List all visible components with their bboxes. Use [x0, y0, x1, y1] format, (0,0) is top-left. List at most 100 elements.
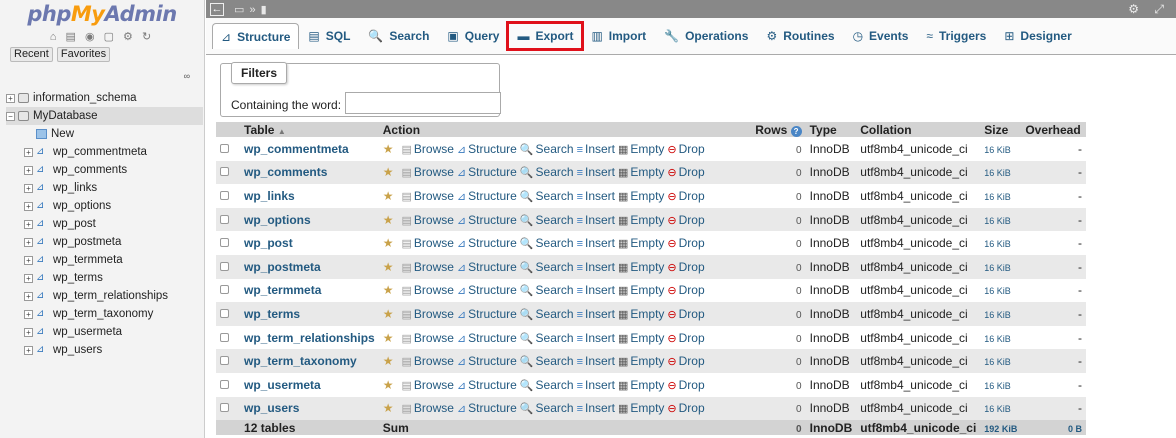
- tree-label[interactable]: wp_post: [53, 218, 96, 230]
- action-empty-link[interactable]: ▦ Empty: [618, 142, 664, 156]
- recent-button[interactable]: Recent: [10, 47, 53, 62]
- breadcrumb[interactable]: ▭ » ▮: [234, 3, 268, 16]
- expand-toggle-icon[interactable]: +: [24, 165, 33, 175]
- table-name-link[interactable]: wp_commentmeta: [244, 142, 349, 156]
- tree-table-wp_terms[interactable]: + ⊿ wp_terms: [6, 269, 202, 287]
- table-name-link[interactable]: wp_termmeta: [244, 283, 321, 297]
- action-structure-link[interactable]: ⊿ Structure: [457, 307, 517, 321]
- help-icon[interactable]: ?: [790, 125, 802, 137]
- tab-routines[interactable]: ⚙ Routines: [757, 23, 843, 49]
- action-structure-link[interactable]: ⊿ Structure: [457, 213, 517, 227]
- expand-toggle-icon[interactable]: +: [24, 327, 33, 337]
- size-cell[interactable]: 16 KiB: [980, 349, 1022, 373]
- table-name-link[interactable]: wp_links: [244, 189, 295, 203]
- favorite-star-icon[interactable]: ★: [383, 260, 394, 274]
- action-search-link[interactable]: 🔍 Search: [520, 354, 574, 368]
- favorite-star-icon[interactable]: ★: [383, 189, 394, 203]
- action-browse-link[interactable]: ▤ Browse: [402, 213, 454, 227]
- tree-label[interactable]: wp_postmeta: [53, 236, 121, 248]
- tab-operations[interactable]: 🔧 Operations: [655, 23, 757, 49]
- row-checkbox[interactable]: [220, 332, 229, 342]
- tree-table-wp_comments[interactable]: + ⊿ wp_comments: [6, 161, 202, 179]
- size-cell[interactable]: 16 KiB: [980, 372, 1022, 397]
- favorite-star-icon[interactable]: ★: [383, 401, 394, 415]
- action-empty-link[interactable]: ▦ Empty: [618, 401, 664, 415]
- header-table[interactable]: Table ▲: [240, 122, 379, 137]
- action-insert-link[interactable]: ≡ Insert: [577, 189, 615, 203]
- action-structure-link[interactable]: ⊿ Structure: [457, 283, 517, 297]
- expand-toggle-icon[interactable]: +: [24, 291, 33, 301]
- tab-triggers[interactable]: ≈ Triggers: [917, 23, 995, 49]
- tab-export[interactable]: ▬ Export: [506, 21, 585, 51]
- action-empty-link[interactable]: ▦ Empty: [618, 236, 664, 250]
- action-empty-link[interactable]: ▦ Empty: [618, 260, 664, 274]
- action-drop-link[interactable]: ⊖ Drop: [667, 307, 704, 321]
- action-search-link[interactable]: 🔍 Search: [520, 401, 574, 415]
- action-structure-link[interactable]: ⊿ Structure: [457, 189, 517, 203]
- favorites-button[interactable]: Favorites: [56, 47, 111, 62]
- table-name-link[interactable]: wp_term_taxonomy: [244, 354, 357, 368]
- action-insert-link[interactable]: ≡ Insert: [577, 165, 615, 179]
- action-insert-link[interactable]: ≡ Insert: [577, 378, 615, 392]
- action-drop-link[interactable]: ⊖ Drop: [667, 283, 704, 297]
- action-browse-link[interactable]: ▤ Browse: [402, 378, 454, 392]
- action-empty-link[interactable]: ▦ Empty: [618, 165, 664, 179]
- tree-table-wp_usermeta[interactable]: + ⊿ wp_usermeta: [6, 323, 202, 341]
- size-cell[interactable]: 16 KiB: [980, 278, 1022, 303]
- action-drop-link[interactable]: ⊖ Drop: [667, 260, 704, 274]
- action-browse-link[interactable]: ▤ Browse: [402, 142, 454, 156]
- phpmyadmin-logo[interactable]: phpMyAdmin: [0, 0, 204, 28]
- action-drop-link[interactable]: ⊖ Drop: [667, 236, 704, 250]
- row-checkbox[interactable]: [220, 308, 229, 318]
- row-checkbox[interactable]: [220, 167, 229, 177]
- tree-label[interactable]: wp_usermeta: [53, 326, 122, 338]
- tree-table-wp_links[interactable]: + ⊿ wp_links: [6, 179, 202, 197]
- row-checkbox[interactable]: [220, 379, 229, 389]
- tree-db-MyDatabase[interactable]: − MyDatabase: [6, 107, 203, 125]
- tree-label[interactable]: wp_term_relationships: [53, 290, 168, 302]
- tree-label[interactable]: wp_terms: [53, 272, 103, 284]
- action-search-link[interactable]: 🔍 Search: [520, 165, 574, 179]
- action-insert-link[interactable]: ≡ Insert: [577, 401, 615, 415]
- tree-new-table[interactable]: New: [6, 125, 202, 143]
- tree-label[interactable]: MyDatabase: [33, 110, 98, 122]
- action-structure-link[interactable]: ⊿ Structure: [457, 331, 517, 345]
- action-browse-link[interactable]: ▤ Browse: [402, 307, 454, 321]
- row-checkbox[interactable]: [220, 285, 229, 295]
- action-empty-link[interactable]: ▦ Empty: [618, 283, 664, 297]
- action-browse-link[interactable]: ▤ Browse: [402, 401, 454, 415]
- action-browse-link[interactable]: ▤ Browse: [402, 189, 454, 203]
- action-search-link[interactable]: 🔍 Search: [520, 236, 574, 250]
- row-checkbox[interactable]: [220, 214, 229, 224]
- action-insert-link[interactable]: ≡ Insert: [577, 260, 615, 274]
- action-structure-link[interactable]: ⊿ Structure: [457, 378, 517, 392]
- action-structure-link[interactable]: ⊿ Structure: [457, 260, 517, 274]
- expand-toggle-icon[interactable]: +: [24, 309, 33, 319]
- row-checkbox[interactable]: [220, 403, 229, 413]
- expand-toggle-icon[interactable]: +: [24, 219, 33, 229]
- action-drop-link[interactable]: ⊖ Drop: [667, 213, 704, 227]
- table-name-link[interactable]: wp_postmeta: [244, 260, 321, 274]
- action-structure-link[interactable]: ⊿ Structure: [457, 165, 517, 179]
- action-insert-link[interactable]: ≡ Insert: [577, 331, 615, 345]
- collapse-nav-button[interactable]: ←: [210, 2, 224, 16]
- expand-toggle-icon[interactable]: +: [24, 201, 33, 211]
- action-drop-link[interactable]: ⊖ Drop: [667, 401, 704, 415]
- action-browse-link[interactable]: ▤ Browse: [402, 283, 454, 297]
- favorite-star-icon[interactable]: ★: [383, 307, 394, 321]
- expand-toggle-icon[interactable]: +: [24, 237, 33, 247]
- tree-table-wp_termmeta[interactable]: + ⊿ wp_termmeta: [6, 251, 202, 269]
- tree-db-information_schema[interactable]: + information_schema: [6, 89, 202, 107]
- action-drop-link[interactable]: ⊖ Drop: [667, 331, 704, 345]
- tree-table-wp_options[interactable]: + ⊿ wp_options: [6, 197, 202, 215]
- tab-events[interactable]: ◷ Events: [844, 23, 918, 49]
- size-cell[interactable]: 16 KiB: [980, 231, 1022, 255]
- size-cell[interactable]: 16 KiB: [980, 137, 1022, 161]
- favorite-star-icon[interactable]: ★: [383, 142, 394, 156]
- action-empty-link[interactable]: ▦ Empty: [618, 307, 664, 321]
- expand-toggle-icon[interactable]: +: [24, 183, 33, 193]
- tree-label[interactable]: New: [51, 128, 74, 140]
- action-search-link[interactable]: 🔍 Search: [520, 307, 574, 321]
- action-browse-link[interactable]: ▤ Browse: [402, 165, 454, 179]
- tree-table-wp_users[interactable]: + ⊿ wp_users: [6, 341, 202, 359]
